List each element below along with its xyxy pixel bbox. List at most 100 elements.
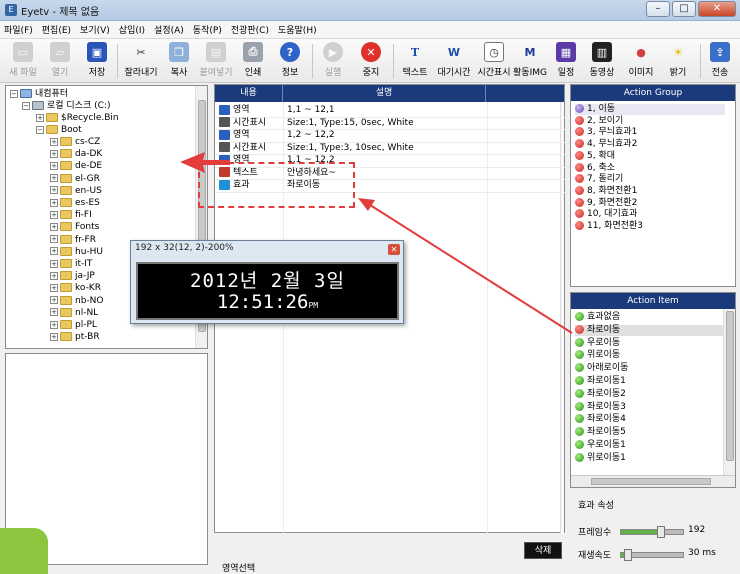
cut-button[interactable]: ✂ 잘라내기 — [120, 41, 162, 81]
tree-node-folder[interactable]: + hu-HU — [50, 246, 103, 259]
expand-icon[interactable]: + — [50, 283, 58, 292]
open-button[interactable]: ▱ 열기 — [42, 41, 78, 81]
action-group-item[interactable]: 2, 보이기 — [575, 115, 623, 127]
expand-icon[interactable]: + — [50, 247, 58, 256]
grid-row[interactable]: 영역 1,1 ~ 12,1 — [215, 104, 485, 117]
action-item[interactable]: 우로이동1 — [575, 440, 626, 451]
action-item[interactable]: 좌로이동2 — [575, 388, 626, 400]
tree-node-folder[interactable]: + Fonts — [50, 221, 99, 234]
expand-icon[interactable]: + — [50, 271, 58, 280]
expand-icon[interactable]: + — [50, 174, 58, 183]
action-group-item[interactable]: 7, 돌리기 — [575, 174, 623, 185]
action-item[interactable]: 좌로이동5 — [575, 427, 626, 438]
action-group-item[interactable]: 6, 축소 — [575, 162, 615, 174]
minimize-button[interactable]: – — [646, 1, 670, 17]
info-button[interactable]: ? 정보 — [275, 41, 305, 81]
grid-row[interactable]: 시간표시 Size:1, Type:3, 10sec, White — [215, 142, 485, 155]
menu-settings[interactable]: 설정(A) — [154, 23, 184, 36]
menu-action[interactable]: 동작(P) — [193, 23, 222, 36]
menu-signboard[interactable]: 전광판(C) — [231, 23, 269, 36]
expand-icon[interactable]: + — [50, 222, 58, 231]
expand-icon[interactable]: + — [50, 320, 58, 329]
preview-close-button[interactable]: ✕ — [388, 244, 400, 255]
expand-icon[interactable]: + — [50, 137, 58, 146]
active-img-button[interactable]: M 활동IMG — [513, 41, 547, 81]
time-display-button[interactable]: ◷ 시간표시 — [474, 41, 514, 81]
expand-icon[interactable]: + — [50, 235, 58, 244]
expand-icon[interactable]: + — [50, 332, 58, 341]
menu-insert[interactable]: 삽입(I) — [119, 23, 145, 36]
expand-icon[interactable]: + — [50, 149, 58, 158]
schedule-button[interactable]: ▦ 일정 — [554, 41, 578, 81]
video-button[interactable]: ▥ 동영상 — [586, 41, 618, 81]
menu-help[interactable]: 도움말(H) — [278, 23, 317, 36]
save-button[interactable]: ▣ 저장 — [80, 41, 114, 81]
stop-button[interactable]: ✕ 중지 — [356, 41, 386, 81]
tree-node-folder[interactable]: + fr-FR — [50, 234, 96, 247]
tree-node-folder[interactable]: + ko-KR — [50, 282, 101, 295]
tree-node-folder[interactable]: + cs-CZ — [50, 136, 100, 149]
action-item-scroll-thumb[interactable] — [726, 311, 734, 461]
column-header-content[interactable]: 내용 — [215, 85, 283, 102]
tree-node-folder[interactable]: + ja-JP — [50, 270, 95, 283]
action-item[interactable]: 아래로이동 — [575, 363, 628, 374]
transmit-button[interactable]: ⇪ 전송 — [706, 41, 734, 81]
tree-node-folder[interactable]: + pl-PL — [50, 319, 97, 332]
action-group-item[interactable]: 9, 화면전환2 — [575, 197, 637, 209]
expand-icon[interactable]: + — [50, 161, 58, 170]
brightness-button[interactable]: ☀ 밝기 — [664, 41, 692, 81]
maximize-button[interactable]: □ — [672, 1, 696, 17]
expand-icon[interactable]: + — [50, 308, 58, 317]
frames-slider[interactable] — [620, 526, 684, 538]
speed-slider[interactable] — [620, 549, 684, 561]
column-header-description[interactable]: 설명 — [283, 85, 486, 102]
new-file-button[interactable]: ▭ 새 파일 — [5, 41, 41, 81]
grid-row[interactable]: 시간표시 Size:1, Type:15, 0sec, White — [215, 117, 485, 130]
action-group-item[interactable]: 10, 대기효과 — [575, 209, 637, 220]
action-item[interactable]: 위로이동 — [575, 350, 620, 361]
action-item[interactable]: 좌로이동4 — [575, 414, 626, 425]
action-group-item[interactable]: 3, 무늬효과1 — [575, 127, 637, 138]
action-group-item[interactable]: 4, 무늬효과2 — [575, 139, 637, 150]
tree-node-folder[interactable]: + el-GR — [50, 173, 100, 186]
image-button[interactable]: ● 이미지 — [625, 41, 657, 81]
menu-view[interactable]: 보기(V) — [80, 23, 110, 36]
action-group-item[interactable]: 8, 화면전환1 — [575, 185, 637, 197]
action-item[interactable]: 좌로이동3 — [575, 401, 626, 413]
run-button[interactable]: ▶ 실행 — [318, 41, 348, 81]
grid-row[interactable]: 영역 1,2 ~ 12,2 — [215, 129, 485, 142]
tree-node-folder[interactable]: + nb-NO — [50, 295, 103, 308]
expand-icon[interactable]: + — [50, 259, 58, 268]
collapse-icon[interactable]: − — [10, 89, 18, 98]
action-item[interactable]: 좌로이동 — [575, 324, 725, 336]
text-tool-button[interactable]: T 텍스트 — [398, 41, 432, 81]
collapse-icon[interactable]: − — [22, 101, 30, 110]
tree-node-folder[interactable]: + nl-NL — [50, 307, 98, 320]
collapse-icon[interactable]: − — [36, 125, 44, 134]
led-preview-window[interactable]: 192 x 32(12, 2)-200% ✕ 2012년 2월 3일 12:51… — [130, 240, 404, 324]
action-group-item[interactable]: 5, 확대 — [575, 150, 615, 162]
action-item[interactable]: 우로이동 — [575, 337, 620, 349]
close-button[interactable]: ✕ — [698, 1, 736, 17]
action-item[interactable]: 좌로이동1 — [575, 376, 626, 387]
action-item-hscrollbar[interactable] — [571, 475, 735, 487]
copy-button[interactable]: ❐ 복사 — [164, 41, 194, 81]
hscroll-thumb[interactable] — [591, 478, 711, 485]
expand-icon[interactable]: + — [50, 296, 58, 305]
action-item[interactable]: 위로이동1 — [575, 452, 626, 464]
expand-icon[interactable]: + — [50, 186, 58, 195]
expand-icon[interactable]: + — [36, 113, 44, 122]
tree-node-folder[interactable]: + es-ES — [50, 197, 100, 210]
delete-button[interactable]: 삭제 — [524, 542, 562, 559]
expand-icon[interactable]: + — [50, 210, 58, 219]
wait-time-button[interactable]: W 대기시간 — [434, 41, 474, 81]
tree-node-folder[interactable]: + fi-FI — [50, 209, 92, 222]
action-group-item[interactable]: 1, 이동 — [575, 104, 725, 115]
tree-node-folder[interactable]: + it-IT — [50, 258, 92, 271]
tree-node-folder[interactable]: + en-US — [50, 185, 102, 198]
action-item-scrollbar[interactable] — [723, 309, 735, 477]
action-item[interactable]: 효과없음 — [575, 312, 620, 323]
expand-icon[interactable]: + — [50, 198, 58, 207]
menu-file[interactable]: 파일(F) — [4, 23, 33, 36]
menu-edit[interactable]: 편집(E) — [42, 23, 71, 36]
